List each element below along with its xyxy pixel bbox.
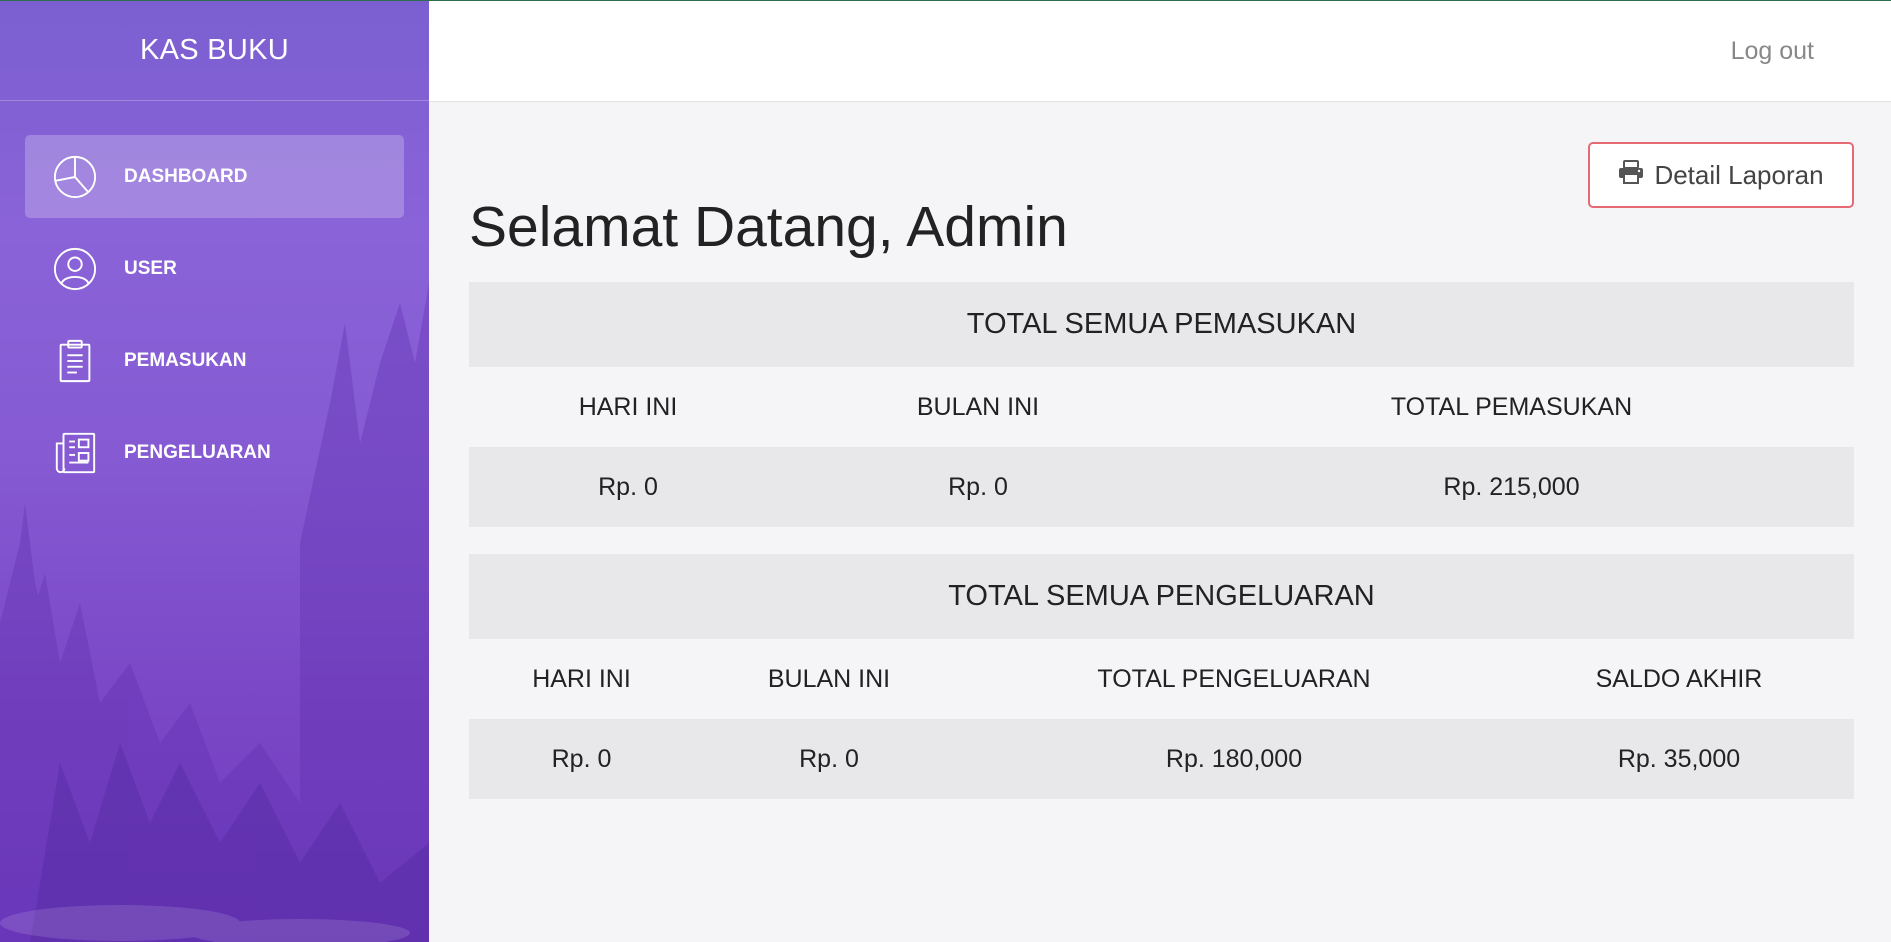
detail-laporan-button[interactable]: Detail Laporan xyxy=(1588,142,1854,208)
sidebar-item-label: USER xyxy=(124,257,177,279)
column-header: SALDO AKHIR xyxy=(1595,664,1763,693)
income-heading: TOTAL SEMUA PEMASUKAN xyxy=(469,282,1854,367)
sidebar-nav: DASHBOARD USER PEMASUKAN PENGELUARAN xyxy=(0,101,429,494)
brand-title[interactable]: KAS BUKU xyxy=(0,1,429,101)
printer-icon xyxy=(1618,159,1644,191)
income-summary-panel: TOTAL SEMUA PEMASUKAN HARI INI BULAN INI… xyxy=(469,282,1854,527)
column-header: TOTAL PEMASUKAN xyxy=(1390,392,1633,421)
logout-link[interactable]: Log out xyxy=(1731,37,1814,66)
column-header: BULAN INI xyxy=(767,664,891,693)
top-bar: Log out xyxy=(429,1,1891,102)
user-circle-icon xyxy=(50,244,100,294)
value-cell: Rp. 180,000 xyxy=(1165,744,1303,773)
sidebar-item-pemasukan[interactable]: PEMASUKAN xyxy=(25,319,404,402)
page-title: Selamat Datang, Admin xyxy=(469,195,1068,259)
column-header: HARI INI xyxy=(578,392,678,421)
value-cell: Rp. 35,000 xyxy=(1617,744,1741,773)
clipboard-icon xyxy=(50,336,100,386)
column-header: BULAN INI xyxy=(916,392,1040,421)
detail-laporan-label: Detail Laporan xyxy=(1654,159,1824,190)
sidebar-item-label: PEMASUKAN xyxy=(124,349,247,371)
sidebar-item-dashboard[interactable]: DASHBOARD xyxy=(25,135,404,218)
expense-header-row: HARI INI BULAN INI TOTAL PENGELUARAN SAL… xyxy=(469,639,1854,719)
sidebar-item-label: DASHBOARD xyxy=(124,165,248,187)
value-cell: Rp. 0 xyxy=(551,744,612,773)
newspaper-icon xyxy=(50,428,100,478)
value-cell: Rp. 215,000 xyxy=(1443,472,1580,501)
sidebar: KAS BUKU DASHBOARD USER PEMASUKAN PENGEL… xyxy=(0,1,429,942)
sidebar-item-user[interactable]: USER xyxy=(25,227,404,310)
expense-summary-panel: TOTAL SEMUA PENGELUARAN HARI INI BULAN I… xyxy=(469,554,1854,799)
sidebar-item-label: PENGELUARAN xyxy=(124,441,271,463)
expense-values-row: Rp. 0 Rp. 0 Rp. 180,000 Rp. 35,000 xyxy=(469,719,1854,799)
pie-chart-icon xyxy=(50,152,100,202)
column-header: TOTAL PENGELUARAN xyxy=(1097,664,1371,693)
value-cell: Rp. 0 xyxy=(799,744,859,773)
sidebar-item-pengeluaran[interactable]: PENGELUARAN xyxy=(25,411,404,494)
value-cell: Rp. 0 xyxy=(598,472,658,501)
income-header-row: HARI INI BULAN INI TOTAL PEMASUKAN xyxy=(469,367,1854,447)
column-header: HARI INI xyxy=(532,664,631,693)
expense-heading: TOTAL SEMUA PENGELUARAN xyxy=(469,554,1854,639)
income-values-row: Rp. 0 Rp. 0 Rp. 215,000 xyxy=(469,447,1854,527)
value-cell: Rp. 0 xyxy=(948,472,1008,501)
